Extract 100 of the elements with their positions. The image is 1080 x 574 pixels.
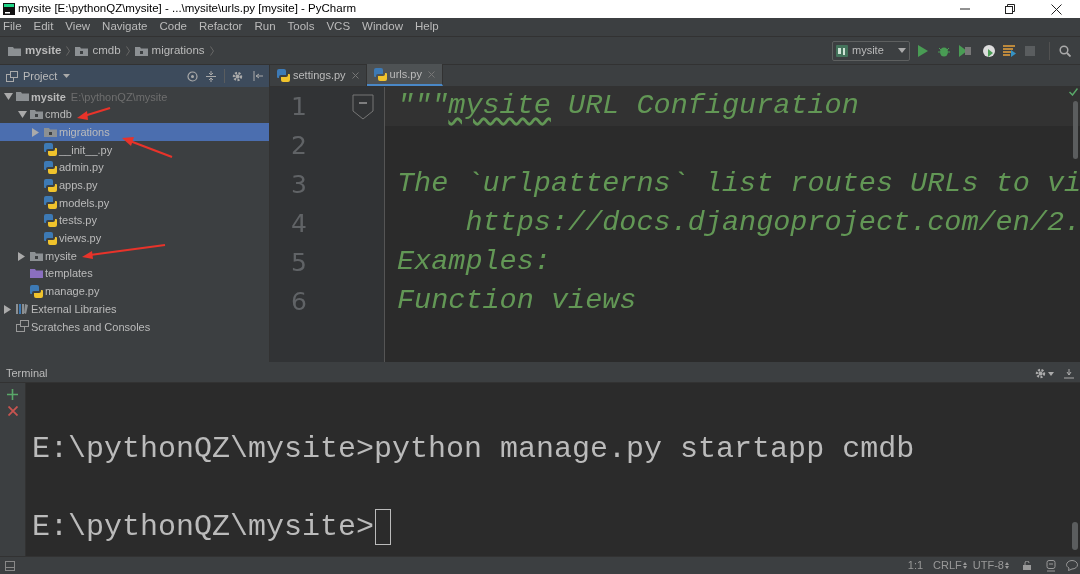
check-icon: [1069, 88, 1078, 96]
caret-icon[interactable]: [63, 74, 71, 78]
tree-item[interactable]: views.py: [59, 230, 102, 247]
menu-item[interactable]: File: [3, 18, 22, 36]
chevron-icon: [125, 45, 130, 56]
updown-icon: [962, 562, 967, 569]
breadcrumb[interactable]: mysite: [25, 41, 62, 60]
line-separator[interactable]: CRLF: [933, 557, 962, 574]
caret-icon[interactable]: [1048, 371, 1054, 376]
tree-item[interactable]: models.py: [59, 194, 110, 212]
python-file-icon: [373, 67, 387, 81]
settings-icon[interactable]: [232, 70, 243, 82]
terminal-line: E:\pythonQZ\mysite>: [32, 508, 375, 546]
tree-item[interactable]: tests.py: [59, 212, 97, 229]
run-icon[interactable]: [918, 44, 928, 57]
collapsed-arrow-icon[interactable]: [32, 127, 39, 137]
close-icon: [428, 70, 435, 78]
locate-icon[interactable]: [187, 70, 198, 82]
folder-icon: [134, 45, 148, 56]
python-file-icon: [44, 196, 57, 210]
menu-item[interactable]: Window: [362, 18, 403, 36]
folder-icon: [30, 249, 43, 263]
python-file-icon: [44, 178, 57, 192]
code-line: Examples:: [397, 244, 552, 281]
collapsed-arrow-icon[interactable]: [18, 251, 25, 261]
django-icon: [836, 44, 848, 57]
tree-item[interactable]: admin.py: [59, 159, 104, 176]
updown-icon: [1005, 562, 1009, 569]
panel-toggle-icon[interactable]: [5, 560, 15, 571]
python-file-icon: [277, 68, 290, 82]
menu-item[interactable]: Navigate: [102, 18, 148, 36]
collapsed-arrow-icon[interactable]: [4, 304, 11, 314]
tree-item[interactable]: mysite: [45, 247, 77, 265]
python-file-icon: [44, 231, 57, 245]
run-config-dropdown[interactable]: mysite: [832, 40, 910, 61]
search-icon[interactable]: [1059, 44, 1071, 57]
tree-item[interactable]: templates: [45, 265, 93, 282]
list-run-icon[interactable]: [1003, 44, 1016, 57]
restore-icon[interactable]: [1005, 4, 1015, 14]
lock-icon[interactable]: [1023, 561, 1031, 570]
python-file-icon: [30, 284, 43, 298]
app-logo-icon: [3, 3, 15, 15]
folder-icon: [30, 267, 43, 281]
folder-icon: [8, 45, 21, 56]
panel-title: Terminal: [6, 366, 48, 382]
add-icon[interactable]: [7, 389, 18, 400]
library-icon: [16, 302, 29, 316]
fold-marker-icon[interactable]: [352, 94, 374, 120]
folder-icon: [75, 45, 89, 56]
expanded-arrow-icon[interactable]: [18, 111, 27, 119]
tree-item[interactable]: apps.py: [59, 177, 98, 194]
folder-icon: [30, 108, 43, 122]
coverage-icon[interactable]: [959, 44, 971, 57]
hide-icon[interactable]: [1064, 368, 1074, 379]
terminal-line: E:\pythonQZ\mysite>python manage.py startapp cmdb: [32, 430, 915, 468]
scrollbar-thumb[interactable]: [1073, 101, 1078, 159]
expanded-arrow-icon[interactable]: [4, 93, 13, 101]
breadcrumb[interactable]: cmdb: [92, 41, 121, 60]
settings-icon[interactable]: [1035, 368, 1046, 379]
collapse-icon[interactable]: [206, 70, 216, 82]
editor-tab[interactable]: urls.py: [366, 64, 443, 86]
menu-item[interactable]: VCS: [326, 18, 351, 36]
tree-item[interactable]: __init__.py: [59, 141, 113, 159]
code-line: https://docs.djangoproject.com/en/2.: [464, 205, 1080, 242]
chevron-icon: [66, 45, 71, 56]
breadcrumb[interactable]: migrations: [151, 41, 205, 60]
tree-item[interactable]: cmdb: [45, 106, 72, 123]
inspector-icon[interactable]: [1046, 559, 1056, 572]
close-icon[interactable]: [1051, 3, 1062, 15]
python-file-icon: [44, 214, 57, 228]
file-encoding[interactable]: UTF-8: [972, 557, 1004, 574]
caret-position[interactable]: 1:1: [907, 557, 924, 574]
scratches-icon: [16, 320, 29, 334]
editor-tab[interactable]: settings.py: [270, 64, 367, 86]
menu-item[interactable]: Edit: [33, 18, 54, 36]
hide-icon[interactable]: [253, 71, 263, 81]
window-title: mysite [E:\pythonQZ\mysite] - ...\mysite\urls.py [mysite] - PyCharm: [18, 1, 357, 17]
scrollbar-thumb[interactable]: [1072, 522, 1078, 550]
menu-item[interactable]: View: [65, 18, 91, 36]
folder-icon: [16, 90, 29, 104]
tree-item[interactable]: mysite: [31, 88, 66, 106]
python-file-icon: [44, 143, 57, 157]
tree-item[interactable]: manage.py: [45, 283, 100, 300]
arrow: [122, 137, 173, 158]
panel-title[interactable]: Project: [23, 67, 58, 85]
code-line: The `urlpatterns` list routes URLs to vi: [397, 166, 1080, 203]
project-view-icon: [6, 70, 18, 82]
menu-item[interactable]: Help: [414, 18, 439, 36]
tree-item[interactable]: External Libraries: [31, 300, 117, 318]
menu-item[interactable]: Refactor: [198, 18, 243, 36]
profile-icon[interactable]: [983, 44, 995, 57]
python-file-icon: [44, 161, 57, 175]
tree-item[interactable]: Scratches and Consoles: [31, 318, 151, 336]
chevron-icon: [209, 45, 214, 56]
menu-item[interactable]: Code: [159, 18, 187, 36]
menu-item[interactable]: Run: [254, 18, 276, 36]
folder-icon: [44, 125, 57, 139]
chat-icon[interactable]: [1066, 560, 1078, 571]
text-cursor: [375, 509, 392, 545]
menu-item[interactable]: Tools: [287, 18, 315, 36]
